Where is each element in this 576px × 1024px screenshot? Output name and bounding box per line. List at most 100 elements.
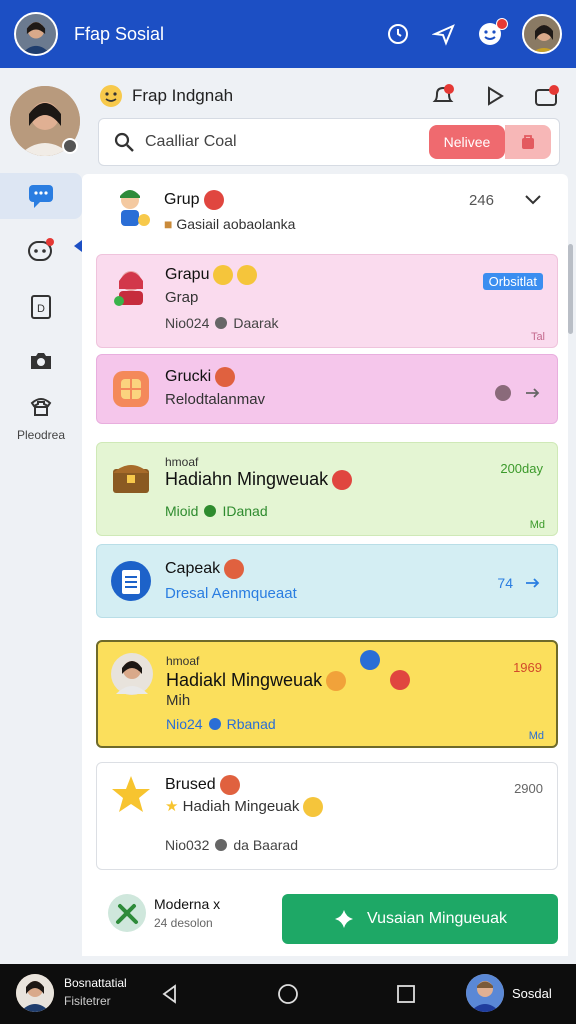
card-meta: Nio24 [166,716,203,732]
scrollbar[interactable] [568,244,573,334]
star-small-icon: ★ [165,798,179,815]
list-item[interactable]: Grapu Grap Nio024 Daarak Orbsitlat Tal [96,254,558,348]
svg-text:D: D [37,303,45,315]
home-icon[interactable] [277,983,299,1005]
sun-emoji-icon [237,265,258,285]
book-icon [113,371,149,407]
send-icon[interactable] [426,16,462,52]
heart-emoji-icon [203,190,224,210]
face-emoji-icon [224,559,245,579]
gift-icon: ■ [164,216,173,232]
rail-item-camera[interactable] [0,338,82,384]
nav-right-label: Sosdal [512,986,552,1001]
profile-avatar[interactable] [522,14,562,54]
cta-subtitle: 24 desolon [154,916,213,930]
card-subtitle: Gasiail aobaolanka [176,216,296,232]
card-line2: Mih [166,692,191,709]
header-title: Frap Indgnah [132,86,234,105]
arrow-right-icon[interactable] [525,387,541,399]
card-corner: Tal [530,331,545,343]
card-subtitle: Relodtalanmav [165,391,266,408]
list-item[interactable]: hmoaf Hadiahn Mingweuak Mioid IDanad 200d… [96,442,558,536]
treasure-chest-icon [113,465,149,493]
header-emoji-icon [100,85,122,107]
search-input[interactable]: Caalliar Coal [145,133,429,151]
inbox-icon[interactable] [530,79,564,113]
rail-label: Pleodrea [16,428,66,442]
nav-left-line1: Bosnattatial [64,976,127,990]
moderna-avatar[interactable] [108,894,146,932]
clock-icon[interactable] [380,16,416,52]
search-bar[interactable]: Caalliar Coal Nelivee [98,118,560,166]
user-avatar[interactable] [14,12,58,56]
rail-item-bot[interactable] [0,228,82,274]
nav-left-avatar[interactable] [16,974,54,1012]
meta-icon [204,505,217,517]
card-line2: Hadiah Mingeuak [182,798,300,815]
card-date: 200day [500,461,543,476]
face-emoji-icon [219,775,240,795]
play-icon[interactable] [478,79,512,113]
sun-emoji-icon [303,797,324,818]
star-emoji-icon [213,265,234,285]
notification-badge [496,18,508,30]
card-meta: Nio024 [165,315,210,331]
card-title: Grup [164,191,200,209]
card-title: Hadiakl Mingweuak [166,670,323,690]
bag-button[interactable] [505,125,551,159]
nav-right-avatar[interactable] [466,974,504,1012]
list-item[interactable]: Brused ★ Hadiah Mingeuak Nio032 da Baarad… [96,762,558,870]
card-line2: Grap [165,289,199,306]
chevron-down-icon[interactable] [524,194,542,206]
smiley-icon[interactable] [472,16,508,52]
card-meta2: Daarak [233,315,279,331]
search-icon [114,132,134,152]
card-title: Grucki [165,368,212,386]
card-title: Capeak [165,560,221,578]
bell-icon[interactable] [426,79,460,113]
card-count: 246 [468,192,494,209]
person-avatar-icon [111,653,153,695]
back-icon[interactable] [160,984,180,1004]
meta-icon [215,317,228,329]
star-icon [112,776,150,812]
document-icon: D [31,295,51,319]
card-title: Brused [165,776,216,794]
card-meta2: IDanad [222,503,268,519]
system-nav-bar: Bosnattatial Fisitetrer Sosdal [0,964,576,1024]
list-item[interactable]: hmoaf Hadiakl Mingweuak Mih Nio24 Rbanad … [96,640,558,748]
recents-icon[interactable] [396,984,416,1004]
meta-icon [208,718,221,730]
card-meta: Nio032 [165,837,210,853]
character-icon [120,190,150,226]
bag-icon [522,135,534,149]
clipboard-icon [111,561,151,601]
card-kicker: hmoaf [165,455,199,469]
rail-item-chat[interactable] [0,173,82,219]
card-title: Grapu [165,266,210,284]
search-primary-button[interactable]: Nelivee [429,125,505,159]
list-item[interactable]: Capeak Dresal Aenmqueaat 74 [96,544,558,618]
card-subtitle: Dresal Aenmqueaat [165,585,297,602]
app-title: Ffap Sosial [74,23,165,44]
camera-icon [31,353,51,369]
card-meta2: da Baarad [233,837,298,853]
card-corner: Md [528,730,544,742]
heart-emoji-icon [390,670,410,690]
cta-button[interactable]: Vusaian Mingueuak [282,894,558,944]
list-item[interactable]: Grucki Relodtalanmav [96,354,558,424]
list-item[interactable]: Grup ■ Gasiail aobaolanka 246 [96,180,558,246]
cta-button-label: Vusaian Mingueuak [367,910,507,927]
top-bar: Ffap Sosial [0,0,576,68]
face-emoji-icon [326,671,347,692]
content-header: Frap Indgnah [98,78,564,114]
card-count: 74 [497,575,513,591]
globe-emoji-icon [360,650,380,670]
cta-name: Moderna x [154,896,221,912]
rail-item-phone[interactable] [0,390,82,420]
face-emoji-icon [332,470,353,491]
card-kicker: hmoaf [166,654,200,668]
rail-collapse-icon[interactable] [74,240,82,252]
arrow-right-icon[interactable] [525,577,541,589]
rail-item-document[interactable]: D [0,284,82,330]
